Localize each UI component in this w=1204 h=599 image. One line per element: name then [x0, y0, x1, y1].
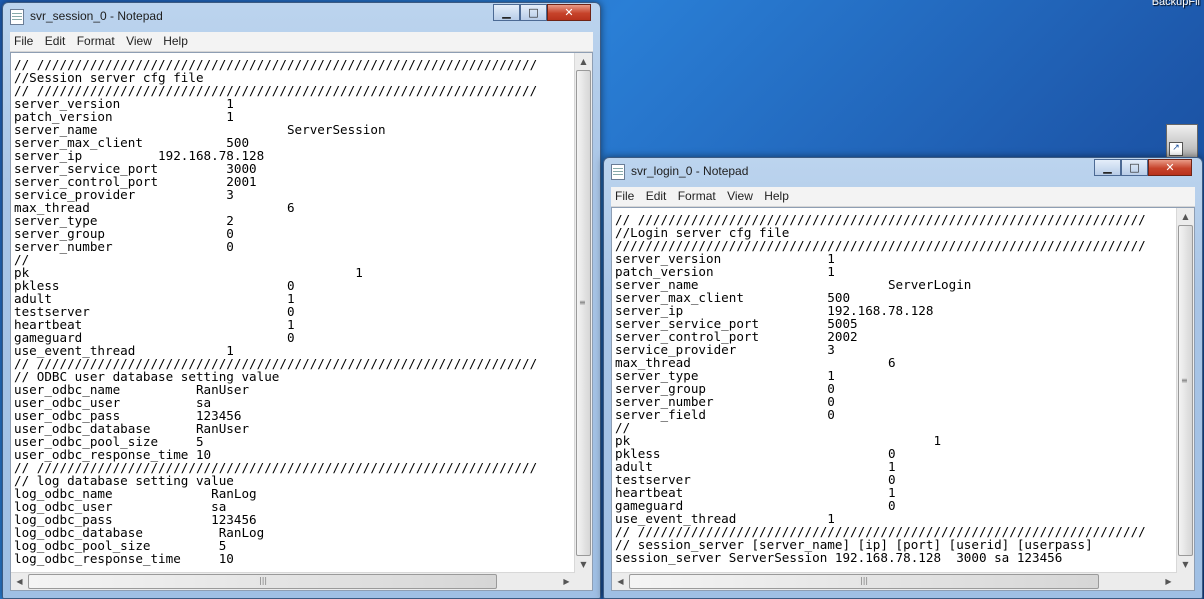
notepad-icon: [611, 164, 625, 180]
menu-view[interactable]: View: [723, 187, 757, 203]
menu-edit[interactable]: Edit: [41, 32, 70, 48]
scroll-down-button[interactable]: ▼: [1177, 556, 1194, 573]
horizontal-scrollbar[interactable]: ◀ ||| ▶: [612, 572, 1177, 590]
desktop-shortcut-label[interactable]: BackupFil: [1152, 0, 1200, 8]
scroll-left-button[interactable]: ◀: [11, 573, 28, 590]
vertical-scrollbar[interactable]: ▲ ≡ ▼: [1176, 208, 1194, 573]
maximize-button[interactable]: □: [520, 4, 547, 21]
scroll-right-button[interactable]: ▶: [1160, 573, 1177, 590]
menu-bar: File Edit Format View Help: [611, 187, 1195, 207]
scrollbar-corner: [575, 573, 592, 590]
vertical-scrollbar[interactable]: ▲ ≡ ▼: [574, 53, 592, 573]
grip-icon: ≡: [579, 298, 586, 307]
file-content[interactable]: // /////////////////////////////////////…: [615, 213, 1146, 564]
menu-help[interactable]: Help: [760, 187, 793, 203]
scroll-down-button[interactable]: ▼: [575, 556, 592, 573]
shortcut-icon[interactable]: ↗: [1166, 124, 1198, 158]
menu-file[interactable]: File: [10, 32, 37, 48]
menu-file[interactable]: File: [611, 187, 638, 203]
grip-icon: ≡: [1181, 376, 1188, 385]
menu-view[interactable]: View: [122, 32, 156, 48]
scroll-left-button[interactable]: ◀: [612, 573, 629, 590]
notepad-window-login: svr_login_0 - Notepad ▁ □ ✕ File Edit Fo…: [603, 157, 1203, 599]
shortcut-arrow-icon: ↗: [1169, 142, 1183, 156]
menu-format[interactable]: Format: [674, 187, 720, 203]
scroll-up-button[interactable]: ▲: [575, 53, 592, 70]
text-editor[interactable]: // /////////////////////////////////////…: [611, 207, 1195, 591]
notepad-window-session: svr_session_0 - Notepad ▁ □ ✕ File Edit …: [2, 2, 601, 599]
window-title: svr_session_0 - Notepad: [30, 9, 163, 23]
menu-format[interactable]: Format: [73, 32, 119, 48]
grip-icon: |||: [259, 576, 268, 585]
scroll-up-button[interactable]: ▲: [1177, 208, 1194, 225]
minimize-button[interactable]: ▁: [493, 4, 520, 21]
notepad-icon: [10, 9, 24, 25]
file-content[interactable]: // /////////////////////////////////////…: [14, 58, 537, 565]
maximize-button[interactable]: □: [1121, 159, 1148, 176]
grip-icon: |||: [860, 576, 869, 585]
text-editor[interactable]: // /////////////////////////////////////…: [10, 52, 593, 591]
minimize-button[interactable]: ▁: [1094, 159, 1121, 176]
vertical-scroll-thumb[interactable]: [1178, 225, 1193, 556]
close-button[interactable]: ✕: [1148, 159, 1192, 176]
title-bar[interactable]: svr_login_0 - Notepad ▁ □ ✕: [604, 158, 1202, 186]
menu-help[interactable]: Help: [159, 32, 192, 48]
scroll-right-button[interactable]: ▶: [558, 573, 575, 590]
menu-edit[interactable]: Edit: [642, 187, 671, 203]
close-button[interactable]: ✕: [547, 4, 591, 21]
horizontal-scrollbar[interactable]: ◀ ||| ▶: [11, 572, 575, 590]
menu-bar: File Edit Format View Help: [10, 32, 593, 52]
scrollbar-corner: [1177, 573, 1194, 590]
window-title: svr_login_0 - Notepad: [631, 164, 749, 178]
title-bar[interactable]: svr_session_0 - Notepad ▁ □ ✕: [3, 3, 600, 31]
vertical-scroll-thumb[interactable]: [576, 70, 591, 556]
